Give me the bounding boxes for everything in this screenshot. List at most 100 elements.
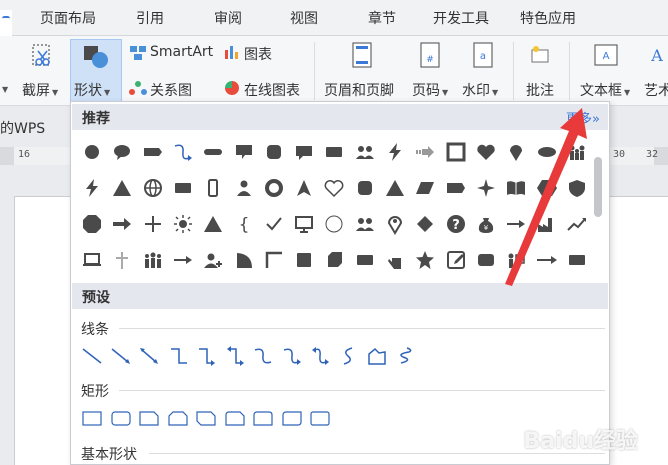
curved-connector-icon[interactable] [252, 345, 274, 367]
ellipse-icon[interactable] [536, 141, 558, 163]
tab-references[interactable]: 引用 [136, 0, 164, 36]
snip-diagonal-icon[interactable] [195, 407, 217, 429]
tab-featured[interactable]: 特色应用 [520, 0, 576, 36]
art-text-button[interactable]: 艺术 [644, 80, 668, 100]
hexagon-icon[interactable] [536, 177, 558, 199]
rounded-square-icon[interactable] [263, 141, 285, 163]
check-icon[interactable] [263, 213, 285, 235]
speech-bubble-icon[interactable] [111, 141, 133, 163]
freeform-icon[interactable] [366, 345, 388, 367]
lightning-icon[interactable] [81, 177, 103, 199]
trend-icon[interactable] [566, 213, 588, 235]
person-icon[interactable] [233, 177, 255, 199]
rounded-square-icon[interactable] [354, 177, 376, 199]
question-icon[interactable]: ? [445, 213, 467, 235]
shield-icon[interactable] [566, 177, 588, 199]
rect-icon[interactable] [354, 249, 376, 271]
triangle-icon[interactable] [202, 213, 224, 235]
tab-review[interactable]: 审阅 [214, 0, 242, 36]
location-icon[interactable] [384, 213, 406, 235]
frame-icon[interactable] [445, 141, 467, 163]
watermark-button[interactable]: 水印 ▼ [462, 80, 498, 100]
rect-icon[interactable] [323, 141, 345, 163]
family-icon[interactable] [566, 141, 588, 163]
textbox-button[interactable]: 文本框 ▼ [580, 80, 630, 100]
tab-icon[interactable] [445, 177, 467, 199]
factory-icon[interactable] [536, 213, 558, 235]
rounded-rectangle-icon[interactable] [110, 407, 132, 429]
rounded-corner-rect-icon[interactable] [309, 407, 331, 429]
monitor-icon[interactable] [293, 213, 315, 235]
chart-button[interactable]: 图表 [244, 44, 272, 64]
square-icon[interactable] [293, 249, 315, 271]
rect-icon[interactable] [566, 249, 588, 271]
long-arrow-icon[interactable] [536, 249, 558, 271]
round-snip-icon[interactable] [224, 407, 246, 429]
money-bag-icon[interactable]: ¥ [475, 213, 497, 235]
tab-view[interactable]: 视图 [290, 0, 318, 36]
octagon-icon[interactable] [81, 213, 103, 235]
document-tab-label[interactable]: 的WPS [0, 118, 45, 138]
right-arrow-icon[interactable] [111, 213, 133, 235]
double-arrow-line-icon[interactable] [138, 345, 160, 367]
tab-section[interactable]: 章节 [368, 0, 396, 36]
tab-developer[interactable]: 开发工具 [433, 0, 489, 36]
laptop-icon[interactable] [81, 249, 103, 271]
tab-page-layout[interactable]: 页面布局 [40, 0, 96, 36]
page-number-button[interactable]: 页码 ▼ [412, 80, 448, 100]
arrow-icon[interactable] [505, 213, 527, 235]
heart-outline-icon[interactable] [323, 177, 345, 199]
heart-icon[interactable] [475, 141, 497, 163]
header-footer-button[interactable]: 页眉和页脚 [324, 80, 394, 100]
ring-icon[interactable] [263, 177, 285, 199]
striped-arrow-icon[interactable] [414, 141, 436, 163]
star-icon[interactable] [414, 249, 436, 271]
circle-icon[interactable] [81, 141, 103, 163]
sun-icon[interactable] [172, 213, 194, 235]
group-icon[interactable] [142, 249, 164, 271]
diamond-icon[interactable] [414, 213, 436, 235]
four-point-star-icon[interactable] [475, 177, 497, 199]
plus-icon[interactable] [142, 213, 164, 235]
callout-icon[interactable] [233, 141, 255, 163]
moon-shape-icon[interactable] [233, 249, 255, 271]
rounded-bar-icon[interactable] [202, 141, 224, 163]
online-chart-button[interactable]: 在线图表 [244, 80, 300, 100]
active-tab-edge[interactable] [0, 10, 12, 36]
arrow-line-icon[interactable] [110, 345, 132, 367]
relation-button[interactable]: 关系图 [150, 80, 192, 100]
snip-same-side-icon[interactable] [167, 407, 189, 429]
globe-icon[interactable] [142, 177, 164, 199]
scribble-icon[interactable] [395, 345, 417, 367]
comment-button[interactable]: 批注 [526, 80, 554, 100]
elbow-arrow-icon[interactable] [195, 345, 217, 367]
people-icon[interactable] [354, 213, 376, 235]
phone-icon[interactable] [202, 177, 224, 199]
edit-icon[interactable] [445, 249, 467, 271]
corner-icon[interactable] [263, 249, 285, 271]
rounded-rect-icon[interactable] [475, 249, 497, 271]
elbow-double-arrow-icon[interactable] [224, 345, 246, 367]
smartart-button[interactable]: SmartArt [150, 44, 213, 60]
elbow-connector-icon[interactable] [167, 345, 189, 367]
add-user-icon[interactable] [202, 249, 224, 271]
triangle-icon[interactable] [111, 177, 133, 199]
book-icon[interactable] [505, 177, 527, 199]
cube-icon[interactable] [323, 249, 345, 271]
scrollbar-thumb[interactable] [594, 157, 602, 217]
screenshot-button[interactable]: 截屏 ▼ [22, 80, 58, 100]
tag-icon[interactable] [142, 141, 164, 163]
hand-icon[interactable] [384, 249, 406, 271]
cut-off-dropdown[interactable]: ▼ [0, 80, 8, 96]
triangle-icon[interactable] [384, 177, 406, 199]
presenter-icon[interactable] [505, 249, 527, 271]
round-diagonal-icon[interactable] [281, 407, 303, 429]
parallelogram-icon[interactable] [414, 177, 436, 199]
navigate-icon[interactable] [293, 177, 315, 199]
arrow-icon[interactable] [172, 249, 194, 271]
people-icon[interactable] [354, 141, 376, 163]
pin-icon[interactable] [505, 141, 527, 163]
curved-arrow-icon[interactable] [281, 345, 303, 367]
more-link[interactable]: 更多» [566, 108, 600, 127]
rectangle-icon[interactable] [81, 407, 103, 429]
